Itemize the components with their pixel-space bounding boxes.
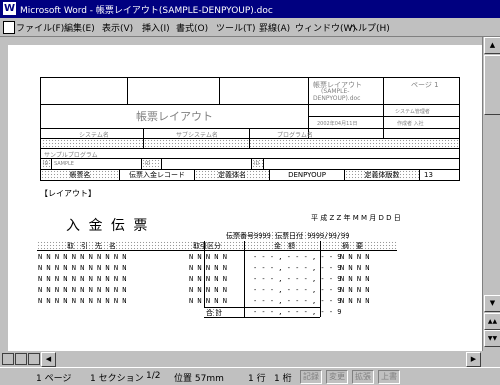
document-page[interactable]: 帳票レイアウト (SAMPLE- DENPYOUP).doc ページ 1 帳票レ… — [8, 45, 482, 351]
report-name-value: 伝票入金レコード — [129, 171, 185, 179]
menu-insert[interactable]: 挿入(I) — [142, 21, 170, 34]
row-customer: N N N N N N N N N N N — [38, 264, 127, 272]
col-amount: 金 額 — [274, 242, 295, 250]
row-note: N N N N — [340, 286, 370, 294]
status-line: 1 行 — [248, 374, 266, 384]
row-type: N N N N N — [189, 297, 227, 305]
big-title: 帳票レイアウト — [136, 110, 213, 123]
outline-view-icon[interactable] — [28, 353, 40, 365]
document-icon[interactable] — [3, 21, 15, 34]
layout-view-icon[interactable] — [15, 353, 27, 365]
col-note: 摘 要 — [342, 242, 363, 250]
status-bar: 1 ページ 1 セクション 1/2 位置 57mm 1 行 1 桁 記録 変更 … — [0, 367, 500, 385]
status-page: 1 ページ — [36, 374, 72, 384]
total-label: 合 計 — [206, 308, 223, 318]
next-page-button[interactable]: ▼▼ — [484, 330, 500, 347]
layout-label: 【レイアウト】 — [40, 189, 96, 198]
row-type: N N N N N — [189, 253, 227, 261]
def-count-value: 13 — [424, 171, 433, 179]
indicator-change[interactable]: 変更 — [326, 370, 348, 384]
row-type: N N N N N — [189, 286, 227, 294]
row-customer: N N N N N N N N N N N — [38, 253, 127, 261]
row-note: N N N N — [340, 253, 370, 261]
row-amount: - - - , - - - , - - 9 — [253, 297, 342, 305]
slip-number-line: 伝票番号9999 伝票日付 9999/99/99 — [226, 231, 350, 241]
def-name-value: DENPYOUP — [288, 171, 326, 179]
scrollbar-corner — [482, 351, 500, 367]
slip-header-row: 取 引 先 名 取引区分 金 額 摘 要 — [37, 241, 397, 251]
scroll-down-button[interactable]: ▼ — [484, 295, 500, 312]
id3-label: ID — [254, 161, 260, 167]
slip-date: 平 成 Z Z 年 M M 月 D D 日 — [311, 214, 401, 222]
menu-view[interactable]: 表示(V) — [102, 21, 133, 34]
menu-help[interactable]: ヘルプ(H) — [349, 21, 390, 34]
row-amount: - - - , - - - , - - 9 — [253, 253, 342, 261]
indicator-extend[interactable]: 拡張 — [352, 370, 374, 384]
header-frame: 帳票レイアウト (SAMPLE- DENPYOUP).doc ページ 1 帳票レ… — [40, 77, 460, 172]
def-name-label: 定義体名 — [195, 170, 269, 180]
id-label: ID — [43, 161, 49, 167]
row-amount: - - - , - - - , - - 9 — [253, 275, 342, 283]
title-bar: W Microsoft Word - 帳票レイアウト(SAMPLE-DENPYO… — [0, 0, 500, 18]
row-note: N N N N — [340, 264, 370, 272]
page-label: ページ 1 — [411, 81, 439, 89]
status-position: 位置 57mm — [174, 374, 224, 384]
indicator-overwrite[interactable]: 上書 — [378, 370, 400, 384]
scroll-right-button[interactable]: ▶ — [466, 352, 481, 367]
row-customer: N N N N N N N N N N N — [38, 275, 127, 283]
program-name-label: プログラム名 — [277, 132, 313, 139]
row-type: N N N N N — [189, 264, 227, 272]
row-note: N N N N — [340, 275, 370, 283]
normal-view-icon[interactable] — [2, 353, 14, 365]
system-name-label: システム名 — [79, 132, 109, 139]
scroll-up-button[interactable]: ▲ — [484, 37, 500, 54]
header-sub2: DENPYOUP).doc — [313, 95, 361, 102]
header-sub1: (SAMPLE- — [321, 88, 350, 95]
row-type: N N N N N — [189, 275, 227, 283]
report-name-bar: 帳票名 伝票入金レコード 定義体名 DENPYOUP 定義体版数 13 — [40, 169, 460, 181]
row-amount: - - - , - - - , - - 9 — [253, 264, 342, 272]
menu-edit[interactable]: 編集(E) — [64, 21, 95, 34]
scroll-left-button[interactable]: ◀ — [41, 352, 56, 367]
window-title: Microsoft Word - 帳票レイアウト(SAMPLE-DENPYOUP… — [20, 6, 273, 16]
row-customer: N N N N N N N N N N N — [38, 286, 127, 294]
indicator-record[interactable]: 記録 — [300, 370, 322, 384]
report-name-label: 帳票名 — [41, 170, 119, 180]
vertical-scrollbar[interactable]: ▲ ▼ ▲▲ ▼▼ — [482, 37, 500, 351]
menu-tools[interactable]: ツール(T) — [216, 21, 256, 34]
total-amount: - - - , - - - , - - 9 — [253, 308, 342, 316]
row-customer: N N N N N N N N N N N — [38, 297, 127, 305]
col-customer: 取 引 先 名 — [67, 242, 116, 250]
creator-label: システム管理者 — [395, 109, 430, 115]
menu-bar: ファイル(F) 編集(E) 表示(V) 挿入(I) 書式(O) ツール(T) 罫… — [0, 18, 500, 37]
status-column: 1 桁 — [274, 374, 292, 384]
def-count-label: 定義体版数 — [345, 170, 419, 180]
status-section: 1 セクション — [90, 374, 144, 384]
ruler — [0, 37, 500, 45]
row-note: N N N N — [340, 297, 370, 305]
subsystem-name-label: サブシステム名 — [176, 132, 218, 139]
row-amount: - - - , - - - , - - 9 — [253, 286, 342, 294]
sample-value: SAMPLE — [54, 161, 74, 167]
col-type: 取引区分 — [193, 242, 221, 250]
menu-window[interactable]: ウィンドウ(W) — [295, 21, 356, 34]
slip-title: 入 金 伝 票 — [66, 218, 150, 234]
date-label: 2002年04月11日 — [317, 121, 358, 127]
horizontal-scrollbar-area: ◀ ▶ — [0, 351, 482, 367]
slip-total-row: 合 計 - - - , - - - , - - 9 — [204, 307, 342, 318]
sample-program: サンプルプログラム — [44, 152, 98, 159]
menu-table[interactable]: 罫線(A) — [259, 21, 290, 34]
id2-label: ID — [145, 161, 151, 167]
menu-file[interactable]: ファイル(F) — [16, 21, 64, 34]
prev-page-button[interactable]: ▲▲ — [484, 313, 500, 330]
scroll-thumb[interactable] — [484, 55, 500, 115]
author-label: 作成者 入社 — [397, 121, 424, 127]
menu-format[interactable]: 書式(O) — [176, 21, 208, 34]
status-count: 1/2 — [146, 371, 161, 381]
word-app-icon[interactable]: W — [3, 2, 16, 15]
left-margin — [0, 45, 8, 351]
